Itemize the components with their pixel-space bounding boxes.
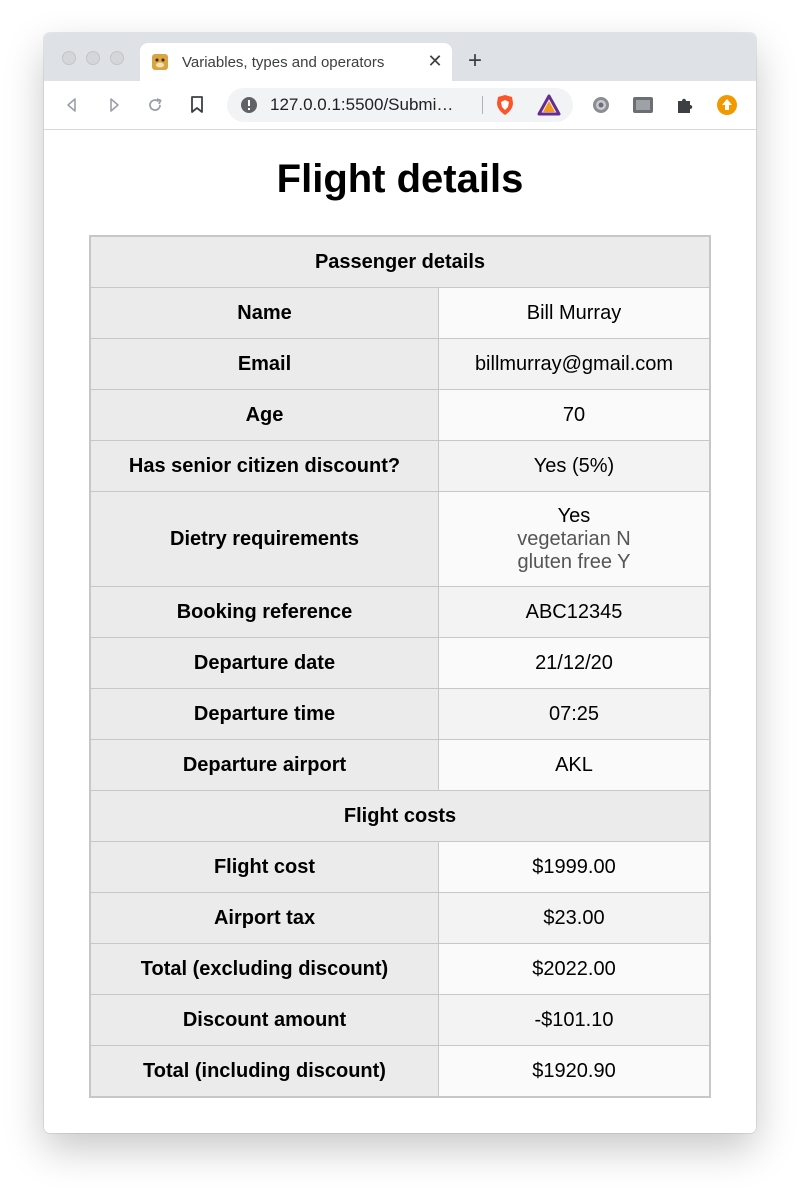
row-label: Departure airport (89, 739, 439, 791)
dietary-gluten-free: gluten free Y (517, 550, 631, 573)
tab-active[interactable]: Variables, types and operators ✕ (140, 43, 452, 81)
row-label: Departure time (89, 688, 439, 740)
table-row: Email billmurray@gmail.com (89, 338, 711, 390)
close-window-dot[interactable] (62, 51, 76, 65)
table-row: Departure time 07:25 (89, 688, 711, 740)
table-row: Has senior citizen discount? Yes (5%) (89, 440, 711, 492)
row-value: AKL (438, 739, 711, 791)
row-label: Airport tax (89, 892, 439, 944)
table-row: Total (excluding discount) $2022.00 (89, 943, 711, 995)
table-row: Total (including discount) $1920.90 (89, 1045, 711, 1098)
row-label: Discount amount (89, 994, 439, 1046)
tab-strip: Variables, types and operators ✕ + (44, 33, 756, 81)
page-content: Flight details Passenger details Name Bi… (44, 130, 756, 1133)
row-value: 70 (438, 389, 711, 441)
table-row: Age 70 (89, 389, 711, 441)
flight-details-table: Passenger details Name Bill Murray Email… (89, 235, 711, 1098)
row-value: $23.00 (438, 892, 711, 944)
info-icon[interactable] (240, 96, 258, 114)
back-icon[interactable] (61, 94, 83, 116)
row-label: Booking reference (89, 586, 439, 638)
browser-toolbar: 127.0.0.1:5500/Submi… (44, 81, 756, 130)
address-bar[interactable]: 127.0.0.1:5500/Submi… (227, 88, 573, 122)
zoom-window-dot[interactable] (110, 51, 124, 65)
url-text: 127.0.0.1:5500/Submi… (270, 95, 454, 114)
row-label: Age (89, 389, 439, 441)
dietary-value: Yes (557, 504, 591, 527)
row-value: billmurray@gmail.com (438, 338, 711, 390)
row-value: $1920.90 (438, 1045, 711, 1098)
omnibox-divider (482, 96, 483, 114)
row-label: Dietry requirements (89, 491, 439, 587)
settings-gear-icon[interactable] (590, 94, 612, 116)
flight-costs-header: Flight costs (89, 790, 711, 842)
page-title: Flight details (276, 157, 524, 201)
row-label: Email (89, 338, 439, 390)
row-value: -$101.10 (438, 994, 711, 1046)
extensions-puzzle-icon[interactable] (674, 94, 696, 116)
tab-title: Variables, types and operators (182, 54, 385, 71)
dietary-value-cell: Yes vegetarian N gluten free Y (438, 491, 711, 587)
row-value: $1999.00 (438, 841, 711, 893)
minimize-window-dot[interactable] (86, 51, 100, 65)
passenger-details-header: Passenger details (89, 235, 711, 288)
extension-screen-icon[interactable] (632, 94, 654, 116)
row-label: Has senior citizen discount? (89, 440, 439, 492)
doge-favicon-icon (150, 52, 170, 72)
row-value: ABC12345 (438, 586, 711, 638)
row-label: Departure date (89, 637, 439, 689)
row-label: Total (including discount) (89, 1045, 439, 1098)
brave-shields-icon[interactable] (495, 94, 515, 116)
browser-window: Variables, types and operators ✕ + 127.0… (44, 33, 756, 1133)
reload-icon[interactable] (144, 94, 166, 116)
dietary-vegetarian: vegetarian N (517, 527, 631, 550)
row-value: Yes (5%) (438, 440, 711, 492)
row-value: Bill Murray (438, 287, 711, 339)
row-value: 21/12/20 (438, 637, 711, 689)
row-value: 07:25 (438, 688, 711, 740)
bookmark-icon[interactable] (186, 94, 208, 116)
table-row: Booking reference ABC12345 (89, 586, 711, 638)
table-row: Flight cost $1999.00 (89, 841, 711, 893)
new-tab-icon[interactable]: + (464, 49, 486, 73)
table-row: Dietry requirements Yes vegetarian N glu… (89, 491, 711, 587)
row-label: Name (89, 287, 439, 339)
tab-close-icon[interactable]: ✕ (424, 50, 446, 72)
table-row: Departure airport AKL (89, 739, 711, 791)
table-row: Discount amount -$101.10 (89, 994, 711, 1046)
brave-rewards-icon[interactable] (537, 94, 561, 116)
table-row: Name Bill Murray (89, 287, 711, 339)
row-label: Flight cost (89, 841, 439, 893)
update-arrow-icon[interactable] (716, 94, 738, 116)
table-row: Departure date 21/12/20 (89, 637, 711, 689)
row-value: $2022.00 (438, 943, 711, 995)
forward-icon[interactable] (103, 94, 125, 116)
row-label: Total (excluding discount) (89, 943, 439, 995)
table-row: Airport tax $23.00 (89, 892, 711, 944)
